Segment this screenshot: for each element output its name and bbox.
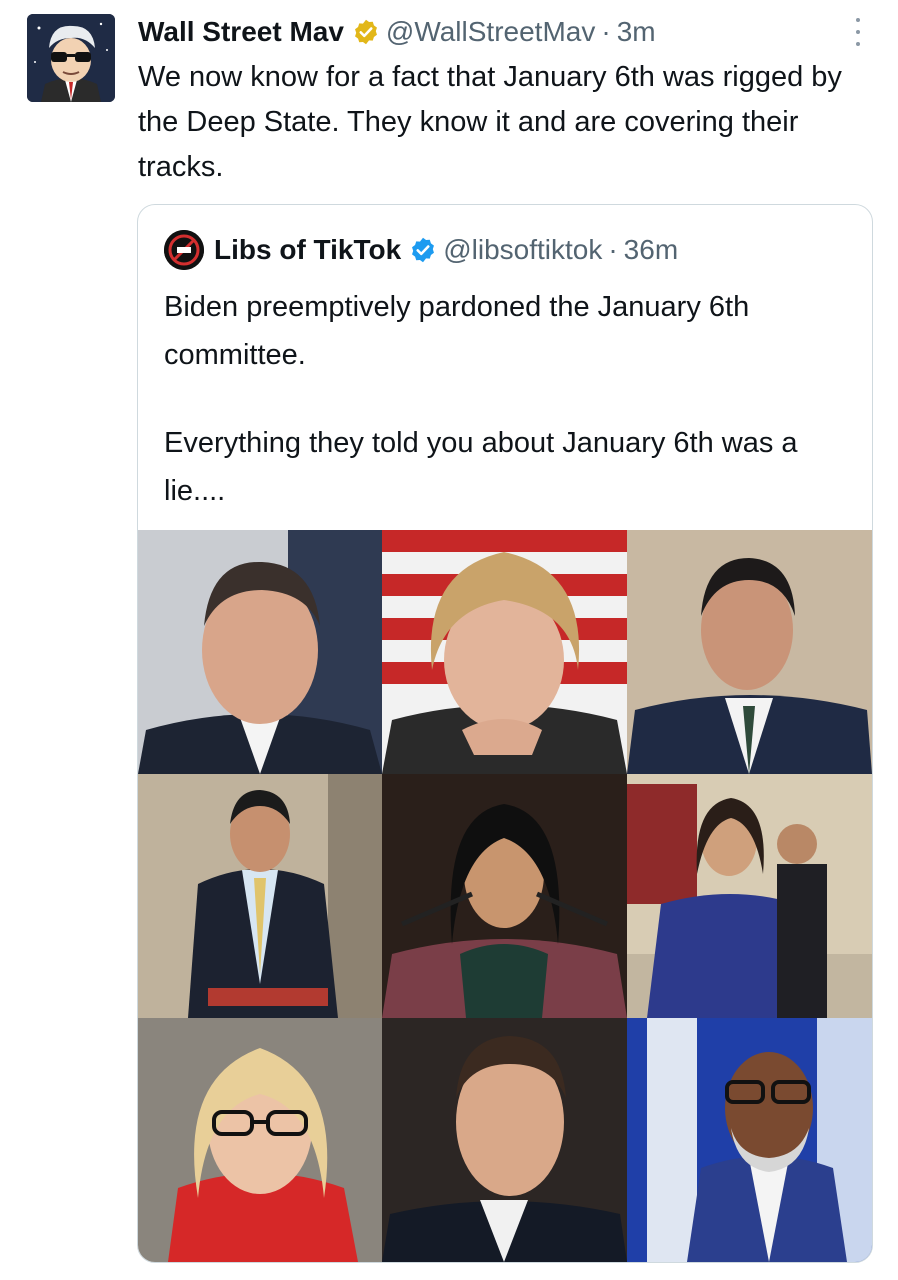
quoted-paragraph-2: Everything they told you about January 6…	[164, 427, 798, 507]
tweet-header: Wall Street Mav @WallStreetMav · 3m	[138, 10, 858, 54]
quoted-paragraph-1: Biden preemptively pardoned the January …	[164, 291, 750, 371]
author-name[interactable]: Wall Street Mav	[138, 16, 344, 48]
libs-of-tiktok-logo-icon[interactable]	[164, 230, 204, 270]
photo-1[interactable]	[138, 530, 382, 774]
tweet[interactable]: Wall Street Mav @WallStreetMav · 3m We n…	[0, 0, 898, 1280]
author-handle[interactable]: @WallStreetMav	[386, 16, 595, 48]
blue-verified-badge-icon[interactable]	[409, 236, 437, 264]
sunglasses-character-avatar-icon	[27, 14, 115, 102]
photo-6[interactable]	[627, 774, 872, 1018]
author-avatar[interactable]	[27, 14, 115, 102]
more-options-icon[interactable]	[848, 14, 868, 50]
quoted-author-handle[interactable]: @libsoftiktok	[443, 234, 602, 266]
tweet-text: We now know for a fact that January 6th …	[138, 61, 842, 183]
photo-grid	[138, 530, 872, 1262]
photo-5[interactable]	[382, 774, 627, 1018]
separator-dot: ·	[601, 16, 611, 47]
photo-2[interactable]	[382, 530, 627, 774]
gold-verified-badge-icon[interactable]	[352, 18, 380, 46]
quoted-timestamp[interactable]: 36m	[624, 234, 678, 266]
quoted-author-name[interactable]: Libs of TikTok	[214, 234, 401, 266]
tweet-timestamp[interactable]: 3m	[617, 16, 656, 48]
photo-8[interactable]	[382, 1018, 627, 1262]
photo-3[interactable]	[627, 530, 872, 774]
photo-4[interactable]	[138, 774, 382, 1018]
quoted-tweet-text: Biden preemptively pardoned the January …	[164, 283, 854, 515]
photo-7[interactable]	[138, 1018, 382, 1262]
photo-9[interactable]	[627, 1018, 872, 1262]
quoted-tweet[interactable]: Libs of TikTok @libsoftiktok · 36m Biden…	[137, 204, 873, 1263]
quoted-tweet-header: Libs of TikTok @libsoftiktok · 36m	[164, 225, 862, 275]
separator-dot: ·	[608, 234, 618, 265]
